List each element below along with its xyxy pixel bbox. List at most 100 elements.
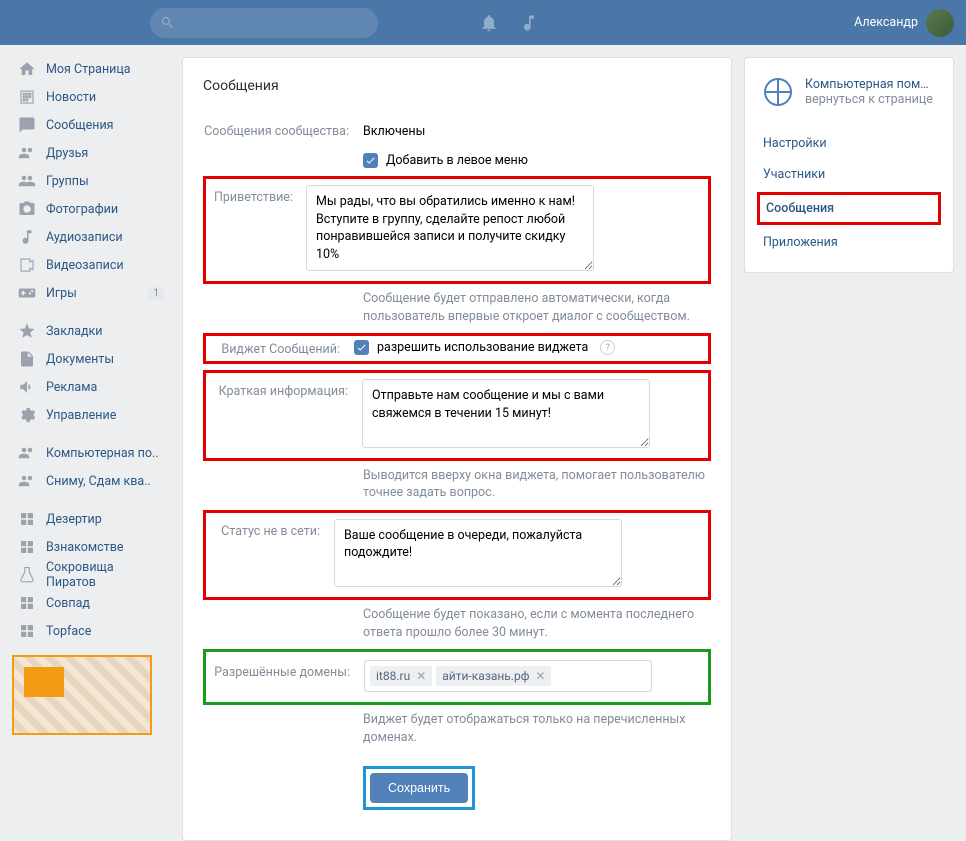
domain-tag: айти-казань.рф✕ [436,666,551,686]
right-panel: Компьютерная помощь ... вернуться к стра… [744,57,954,273]
username: Александр [854,15,918,30]
news-icon [18,88,36,106]
docs-icon [18,350,36,368]
sidebar-item[interactable]: Сниму, Сдам ква.. [12,467,170,495]
games-icon [18,284,36,302]
flask-icon [18,566,36,584]
sidebar-item-label: Topface [46,624,91,639]
sidebar-item-label: Компьютерная по.. [46,446,159,461]
people-icon [18,472,36,490]
sidebar-item[interactable]: Видеозаписи [12,251,170,279]
sidebar-item[interactable]: Взнакомстве [12,533,170,561]
widget-check-label: разрешить использование виджета [377,340,588,355]
user-menu[interactable]: Александр [854,9,954,37]
sidebar-item[interactable]: Друзья [12,139,170,167]
groups-icon [18,172,36,190]
status-value: Включены [363,119,711,139]
help-icon[interactable]: ? [600,340,615,355]
sidebar-item-label: Видеозаписи [46,258,124,273]
brief-label: Краткая информация: [214,379,362,452]
sidebar-item-label: Аудиозаписи [46,230,123,245]
greeting-textarea[interactable] [306,185,594,271]
sidebar-item-label: Документы [46,352,114,367]
music-icon[interactable] [509,0,549,45]
sidebar-item[interactable]: Сообщения [12,111,170,139]
brief-hint: Выводится вверху окна виджета, помогает … [363,467,711,502]
sidebar-item-label: Игры [46,286,77,301]
search-icon [160,15,175,30]
search-input[interactable] [181,15,361,30]
sidebar-item-label: Новости [46,90,96,105]
sidebar-item[interactable]: Сокровища Пиратов [12,561,170,589]
app-icon [18,538,36,556]
widget-checkbox[interactable] [354,340,369,355]
domains-hint: Виджет будет отображаться только на пере… [363,711,711,746]
remove-tag-icon[interactable]: ✕ [535,669,545,683]
domains-input[interactable]: it88.ru✕айти-казань.рф✕ [364,660,652,692]
offline-hint: Сообщение будет показано, если с момента… [363,606,711,641]
notifications-icon[interactable] [469,0,509,45]
left-sidebar: Моя Страница Новости Сообщения Друзья Группы… [12,45,170,841]
sidebar-item[interactable]: Фотографии [12,195,170,223]
sidebar-item[interactable]: Группы [12,167,170,195]
sidebar-item-label: Управление [46,408,116,423]
sidebar-item[interactable]: Управление [12,401,170,429]
content-panel: Сообщения Сообщения сообщества: Включены… [182,57,732,841]
domains-label: Разрешённые домены: [214,660,364,692]
avatar [926,9,954,37]
group-title[interactable]: Компьютерная помощь ... [805,77,935,92]
app-icon [18,622,36,640]
video-icon [18,256,36,274]
save-button[interactable]: Сохранить [370,773,468,803]
app-icon [18,510,36,528]
greeting-label: Приветствие: [214,185,306,275]
sidebar-item[interactable]: Topface [12,617,170,645]
sidebar-item[interactable]: Реклама [12,373,170,401]
add-to-menu-label: Добавить в левое меню [386,153,528,168]
sidebar-item[interactable]: Компьютерная по.. [12,439,170,467]
star-icon [18,322,36,340]
audio-icon [18,228,36,246]
sidebar-item-label: Фотографии [46,202,118,217]
sidebar-item-label: Друзья [46,146,88,161]
tab-messages[interactable]: Сообщения [766,197,932,220]
sidebar-item-label: Моя Страница [46,62,131,77]
sidebar-item[interactable]: Документы [12,345,170,373]
ad-thumbnail[interactable] [12,655,152,735]
sidebar-item[interactable]: Игры 1 [12,279,170,307]
sidebar-item[interactable]: Новости [12,83,170,111]
app-icon [18,594,36,612]
remove-tag-icon[interactable]: ✕ [416,669,426,683]
sidebar-item[interactable]: Аудиозаписи [12,223,170,251]
sidebar-item-label: Совпад [46,596,90,611]
sidebar-item-label: Дезертир [46,512,102,527]
tab-settings[interactable]: Настройки [763,128,935,159]
back-link[interactable]: вернуться к странице [805,92,935,107]
photo-icon [18,200,36,218]
page-title: Сообщения [203,78,711,94]
gear-icon [18,406,36,424]
header-bar: Александр [0,0,966,45]
sidebar-item-label: Взнакомстве [46,540,124,555]
people-icon [18,444,36,462]
domain-tag: it88.ru✕ [370,666,432,686]
tab-members[interactable]: Участники [763,159,935,190]
friends-icon [18,144,36,162]
widget-label: Виджет Сообщений: [214,340,354,357]
sidebar-item-label: Сниму, Сдам ква.. [46,474,151,489]
add-to-menu-checkbox[interactable] [363,153,378,168]
sidebar-item[interactable]: Дезертир [12,505,170,533]
ad-icon [18,378,36,396]
sidebar-item-label: Сокровища Пиратов [46,560,164,590]
sidebar-item[interactable]: Моя Страница [12,55,170,83]
tab-apps[interactable]: Приложения [763,227,935,258]
sidebar-item[interactable]: Совпад [12,589,170,617]
badge: 1 [148,287,164,300]
greeting-hint: Сообщение будет отправлено автоматически… [363,290,711,325]
search-box[interactable] [150,8,378,38]
offline-textarea[interactable] [334,519,622,588]
sidebar-item[interactable]: Закладки [12,317,170,345]
brief-textarea[interactable] [362,379,650,448]
offline-label: Статус не в сети: [214,519,334,592]
sidebar-item-label: Сообщения [46,118,114,133]
